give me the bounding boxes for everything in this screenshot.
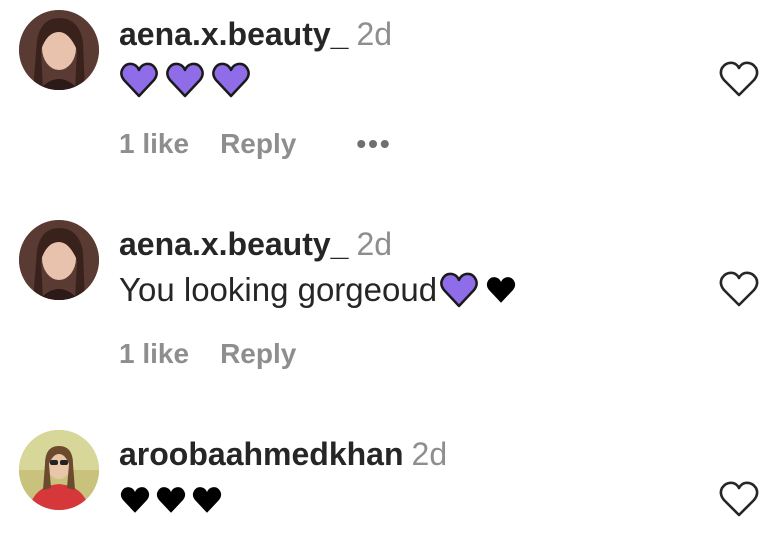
- comment-text: [119, 476, 227, 524]
- avatar[interactable]: [19, 220, 99, 300]
- reply-button[interactable]: Reply: [220, 126, 296, 162]
- like-count[interactable]: 1 like: [119, 126, 189, 162]
- timestamp: 2d: [356, 16, 393, 52]
- reply-button[interactable]: Reply: [220, 336, 296, 372]
- comment-message: You looking gorgeoud: [119, 271, 438, 308]
- timestamp: 2d: [356, 226, 393, 262]
- username[interactable]: aena.x.beauty_: [119, 226, 348, 262]
- username[interactable]: aroobaahmedkhan: [119, 436, 404, 472]
- black-heart-icon: [192, 487, 222, 513]
- avatar[interactable]: [19, 10, 99, 90]
- comment-header: aena.x.beauty_ 2d: [119, 224, 392, 264]
- more-options-button[interactable]: •••: [356, 130, 391, 158]
- black-heart-icon: [486, 277, 516, 303]
- comment-item: aroobaahmedkhan 2d: [0, 420, 778, 542]
- comment-item: aena.x.beauty_ 2d You looking gorgeoud 1 …: [0, 210, 778, 410]
- timestamp: 2d: [411, 436, 448, 472]
- purple-heart-icon: [212, 62, 250, 98]
- heart-outline-icon[interactable]: [718, 480, 760, 520]
- avatar[interactable]: [19, 430, 99, 510]
- purple-heart-icon: [120, 62, 158, 98]
- comment-item: aena.x.beauty_ 2d 1 like Reply •••: [0, 0, 778, 200]
- purple-heart-icon: [440, 272, 478, 308]
- black-heart-icon: [120, 487, 150, 513]
- heart-outline-icon[interactable]: [718, 270, 760, 310]
- black-heart-icon: [156, 487, 186, 513]
- like-count[interactable]: 1 like: [119, 336, 189, 372]
- heart-outline-icon[interactable]: [718, 60, 760, 100]
- comment-header: aena.x.beauty_ 2d: [119, 14, 392, 54]
- comment-text: You looking gorgeoud: [119, 266, 521, 314]
- comment-header: aroobaahmedkhan 2d: [119, 434, 447, 474]
- comment-actions: 1 like Reply: [119, 336, 356, 372]
- username[interactable]: aena.x.beauty_: [119, 16, 348, 52]
- purple-heart-icon: [166, 62, 204, 98]
- comment-actions: 1 like Reply •••: [119, 126, 392, 162]
- comment-text: [119, 56, 257, 104]
